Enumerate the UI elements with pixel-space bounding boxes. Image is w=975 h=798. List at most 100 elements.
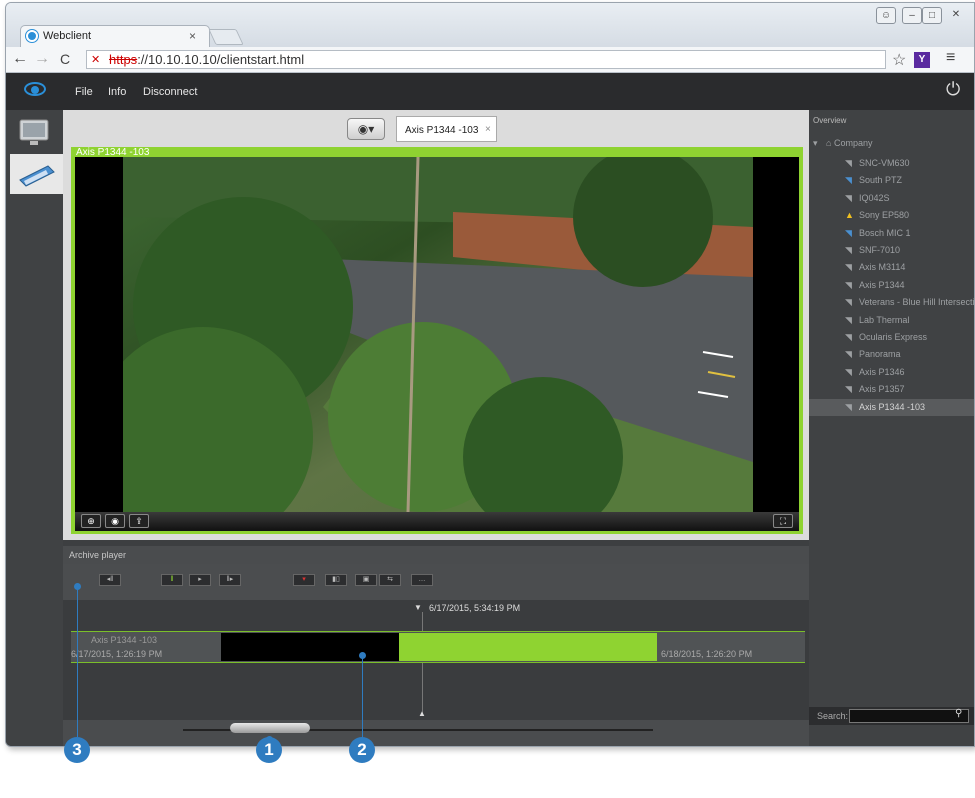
- bookmark-star-icon[interactable]: ☆: [892, 50, 906, 70]
- camera-list-item[interactable]: ◥ Axis P1346: [809, 364, 974, 381]
- timeline-camera-row[interactable]: Axis P1344 -103 6/17/2015, 1:26:19 PM 6/…: [71, 631, 805, 663]
- fullscreen-icon[interactable]: ⛶: [773, 514, 793, 528]
- step-forward-icon[interactable]: ‖▸: [219, 574, 241, 586]
- zoom-icon[interactable]: ⊕: [81, 514, 101, 528]
- playhead-line[interactable]: [422, 612, 423, 716]
- camera-icon: ◥: [845, 349, 852, 360]
- camera-icon: ◥: [845, 366, 852, 377]
- street-scene-image: [123, 157, 753, 512]
- left-nav: [6, 110, 64, 746]
- browser-tab[interactable]: Webclient ×: [20, 25, 210, 47]
- camera-list-item[interactable]: ◥ IQ042S: [809, 190, 974, 207]
- eye-logo-pupil: [31, 86, 39, 94]
- play-icon[interactable]: ▸: [189, 574, 211, 586]
- pause-icon[interactable]: ‖: [161, 574, 183, 586]
- menu-disconnect[interactable]: Disconnect: [143, 86, 197, 98]
- camera-name: IQ042S: [859, 192, 890, 203]
- search-label: Search:: [817, 711, 849, 721]
- camera-list-item[interactable]: ◥ South PTZ: [809, 172, 974, 189]
- archive-player-title: Archive player: [63, 546, 809, 564]
- callout-1: 1: [256, 737, 282, 763]
- tab-title: Webclient: [43, 30, 92, 42]
- camera-name: South PTZ: [859, 175, 903, 186]
- camera-icon: ◥: [845, 297, 852, 308]
- camera-view-tab-close-icon[interactable]: ×: [485, 124, 491, 135]
- extension-icon[interactable]: Y: [914, 52, 930, 68]
- camera-name: Axis P1357: [859, 384, 905, 395]
- forward-arrow-icon[interactable]: →: [34, 50, 50, 68]
- power-icon[interactable]: ⏻: [946, 79, 960, 100]
- camera-name: Axis P1344 -103: [859, 401, 926, 412]
- playhead-bottom-marker-icon: ▲: [418, 709, 426, 718]
- menu-info[interactable]: Info: [108, 86, 126, 98]
- camera-name: Ocularis Express: [859, 332, 928, 342]
- camera-list-item[interactable]: ◥ Veterans - Blue Hill Intersection: [809, 294, 975, 311]
- tab-close-icon[interactable]: ×: [189, 29, 196, 43]
- search-input[interactable]: [849, 709, 969, 723]
- speed-dropdown-icon[interactable]: ▾: [293, 574, 315, 586]
- playhead-top-marker-icon: ▼: [414, 603, 422, 612]
- maximize-icon[interactable]: □: [922, 7, 942, 24]
- expand-arrow-icon[interactable]: ▾: [813, 138, 818, 148]
- camera-list-item[interactable]: ◥ Axis M3114: [809, 259, 974, 276]
- close-window-icon[interactable]: ✕: [946, 7, 966, 24]
- camera-name: Axis P1344: [859, 279, 905, 290]
- camera-icon: ◥: [845, 279, 852, 290]
- back-arrow-icon[interactable]: ←: [12, 50, 28, 68]
- timeline-camera-name: Axis P1344 -103: [91, 635, 158, 645]
- more-options-icon[interactable]: …: [411, 574, 433, 586]
- snapshot-icon[interactable]: ▣: [355, 574, 377, 586]
- video-area: ◉▾ Axis P1344 -103 × Axis P1344 -103 ⊕ ◉…: [63, 110, 809, 540]
- camera-list-item[interactable]: ◥ Bosch MIC 1: [809, 225, 974, 242]
- timeline-scroll-area: [63, 720, 809, 746]
- search-icon[interactable]: ⚲: [955, 708, 962, 719]
- live-monitor-icon[interactable]: [16, 116, 54, 152]
- export-icon[interactable]: ⇪: [129, 514, 149, 528]
- archive-camera-icon: [19, 165, 55, 187]
- menu-file[interactable]: File: [75, 86, 93, 98]
- camera-list-item[interactable]: ◥ SNC-VM630: [809, 155, 974, 172]
- browser-toolbar: ← → C ✕ https://10.10.10.10/clientstart.…: [6, 47, 974, 73]
- bookmark-icon[interactable]: ▮▯: [325, 574, 347, 586]
- camera-name: Axis P1346: [859, 366, 905, 377]
- tree-root-company[interactable]: ▾ ⌂ Company: [813, 138, 873, 149]
- video-viewport[interactable]: [75, 157, 799, 512]
- camera-list-item[interactable]: ◥ Panorama: [809, 346, 974, 363]
- address-bar[interactable]: ✕ https://10.10.10.10/clientstart.html: [86, 50, 886, 69]
- new-tab-button[interactable]: [208, 29, 244, 45]
- camera-name: Sony EP580: [859, 210, 910, 221]
- reload-icon[interactable]: C: [60, 50, 70, 68]
- camera-list-item[interactable]: ▲ Sony EP580: [809, 207, 974, 224]
- camera-icon: ◥: [845, 245, 852, 255]
- camera-view-tab[interactable]: Axis P1344 -103 ×: [396, 116, 497, 142]
- search-bar: Search: ⚲: [809, 707, 974, 725]
- url-scheme: https: [109, 52, 138, 67]
- timeline-scroll-thumb[interactable]: [230, 723, 310, 733]
- view-mode-eye-button[interactable]: ◉▾: [347, 118, 385, 140]
- overview-title: Overview: [813, 116, 847, 125]
- timeline-end-time: 6/18/2015, 1:26:20 PM: [661, 649, 753, 659]
- camera-video-image: [123, 157, 753, 512]
- step-back-icon[interactable]: ◂‖: [99, 574, 121, 586]
- timeline-start-time: 6/17/2015, 1:26:19 PM: [71, 649, 163, 659]
- timeline-recording-segment[interactable]: [399, 633, 657, 661]
- sync-icon[interactable]: ⇆: [379, 574, 401, 586]
- archive-nav-button[interactable]: [10, 154, 64, 194]
- webclient-app: File Info Disconnect ⏻ ◉▾ Axis P1344 -10…: [6, 73, 975, 746]
- camera-icon: ◥: [845, 158, 852, 168]
- camera-list-item[interactable]: ◥ Ocularis Express: [809, 329, 974, 346]
- ptz-camera-icon: ◥: [845, 175, 852, 186]
- user-profile-icon[interactable]: ☺: [876, 7, 896, 24]
- camera-name: Veterans - Blue Hill Intersection: [859, 297, 975, 308]
- archive-controls: ◂‖ ‖ ▸ ‖▸ ▾ ▮▯ ▣ ⇆ …: [63, 564, 809, 600]
- eye-view-icon[interactable]: ◉: [105, 514, 125, 528]
- camera-list-item[interactable]: ◥ Axis P1344: [809, 277, 974, 294]
- overview-panel: Overview ▾ ⌂ Company ◥ SNC-VM630 ◥ South PT…: [809, 110, 975, 746]
- camera-list-item[interactable]: ◥ SNF-7010: [809, 242, 974, 259]
- browser-menu-icon[interactable]: ≡: [946, 49, 955, 67]
- minimize-icon[interactable]: –: [902, 7, 922, 24]
- camera-list-item[interactable]: ◥ Lab Thermal: [809, 312, 974, 329]
- timeline[interactable]: ▼ 6/17/2015, 5:34:19 PM Axis P1344 -103 …: [63, 600, 809, 720]
- camera-list-item[interactable]: ◥ Axis P1344 -103: [809, 398, 974, 416]
- camera-list-item[interactable]: ◥ Axis P1357: [809, 381, 974, 398]
